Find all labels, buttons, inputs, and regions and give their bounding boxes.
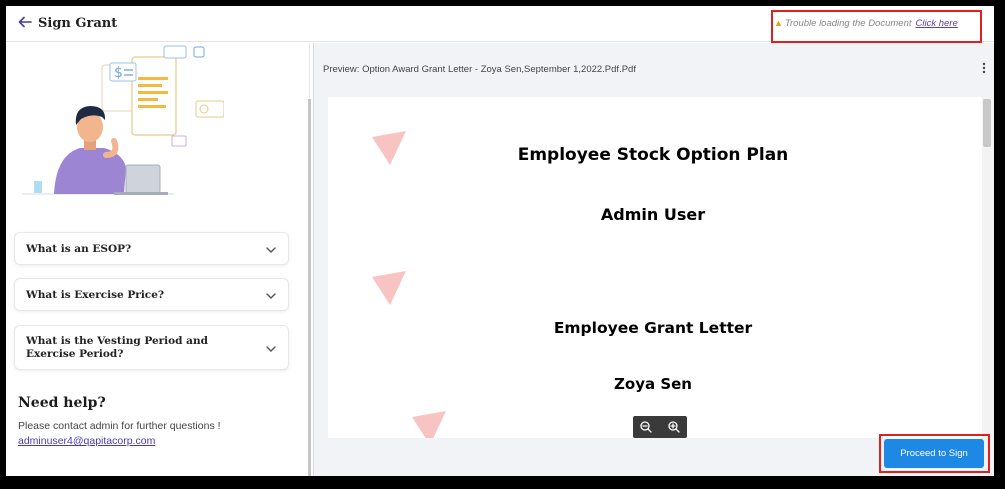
trouble-text: Trouble loading the Document	[784, 18, 912, 29]
svg-text:$: $	[114, 65, 123, 81]
left-panel: $ What is an ESOP? What is Exercise Pric…	[6, 43, 311, 476]
document-heading-letter: Employee Grant Letter	[553, 319, 753, 337]
document-scrollbar[interactable]	[982, 97, 992, 438]
more-options-icon[interactable]	[982, 62, 986, 76]
click-here-link[interactable]: Click here	[916, 18, 958, 29]
faq-item-vesting-period[interactable]: What is the Vesting Period and Exercise …	[14, 325, 289, 370]
admin-email-link[interactable]: adminuser4@qapitacorp.com	[18, 435, 155, 447]
faq-question: What is Exercise Price?	[26, 289, 165, 301]
document-preview-panel: Preview: Option Award Grant Letter - Zoy…	[313, 43, 994, 476]
left-panel-scrollbar[interactable]	[308, 99, 311, 476]
faq-question: What is an ESOP?	[26, 243, 132, 255]
chevron-down-icon	[266, 247, 276, 253]
zoom-in-icon[interactable]	[666, 419, 682, 435]
proceed-to-sign-button[interactable]: Proceed to Sign	[884, 439, 984, 468]
faq-item-esop[interactable]: What is an ESOP?	[14, 232, 289, 265]
document-heading-employee: Zoya Sen	[614, 375, 692, 393]
watermark-triangle-icon	[412, 411, 446, 438]
chevron-down-icon	[266, 293, 276, 299]
zoom-out-icon[interactable]	[638, 419, 654, 435]
help-text: Please contact admin for further questio…	[18, 420, 221, 432]
trouble-loading-notice: ▲ Trouble loading the Document Click here	[774, 18, 958, 29]
zoom-toolbar	[633, 416, 687, 438]
faq-item-exercise-price[interactable]: What is Exercise Price?	[14, 278, 289, 311]
chevron-down-icon	[266, 346, 276, 352]
person-at-laptop-illustration: $	[22, 45, 224, 195]
document-heading-admin: Admin User	[600, 205, 706, 224]
sign-grant-window: Sign Grant ▲ Trouble loading the Document…	[6, 6, 994, 476]
scrollbar-thumb[interactable]	[983, 99, 991, 147]
warning-icon: ▲	[774, 18, 783, 28]
need-help-heading: Need help?	[18, 395, 106, 411]
back-arrow-icon[interactable]	[18, 15, 34, 31]
document-heading-plan: Employee Stock Option Plan	[517, 145, 789, 165]
document-page: Employee Stock Option Plan Admin User Em…	[328, 97, 992, 438]
watermark-triangle-icon	[372, 271, 406, 305]
preview-label: Preview: Option Award Grant Letter - Zoy…	[323, 64, 636, 75]
page-title: Sign Grant	[38, 16, 118, 31]
faq-question: What is the Vesting Period and Exercise …	[26, 335, 208, 360]
